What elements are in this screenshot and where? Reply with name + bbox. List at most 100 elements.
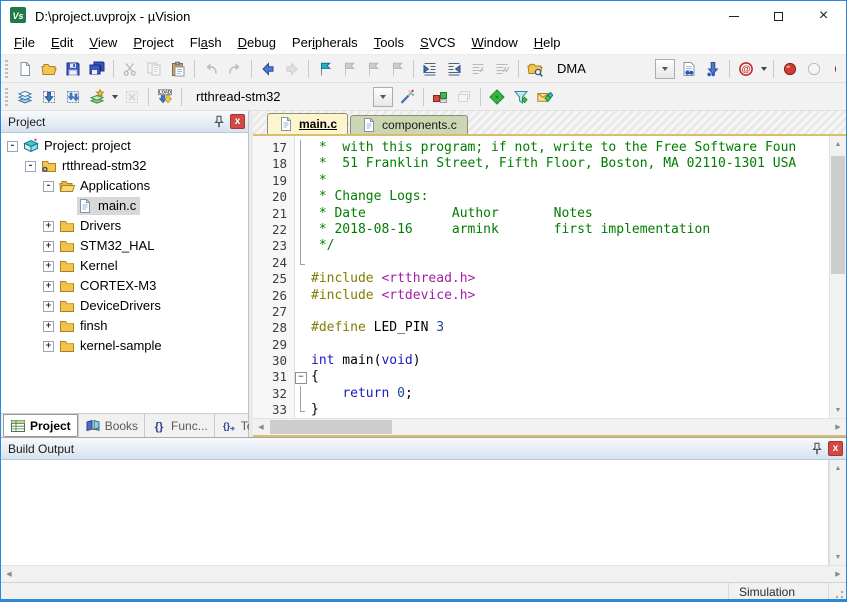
close-button[interactable]: × [801,1,846,31]
panel-tab-project[interactable]: Project [3,414,78,437]
batch-build-dropdown[interactable] [109,86,120,108]
tree-item-drivers[interactable]: +Drivers [1,216,248,236]
tree-item-finsh[interactable]: +finsh [1,316,248,336]
vertical-scroll-thumb[interactable] [831,156,845,274]
expand-icon[interactable]: + [43,241,54,252]
open-file-button[interactable] [37,57,61,80]
search-combo-value[interactable]: DMA [549,58,655,80]
find-in-files-dialog-button[interactable] [677,57,701,80]
save-all-button[interactable] [85,57,109,80]
tree-item-stm32-hal[interactable]: +STM32_HAL [1,236,248,256]
unindent-button[interactable] [442,57,466,80]
save-button[interactable] [61,57,85,80]
kill-breakpoints-button[interactable] [832,57,837,80]
pack-installer-button[interactable] [533,85,557,108]
menu-tools[interactable]: Tools [366,32,412,53]
build-button[interactable] [37,85,61,108]
toolbar-separator [194,60,195,78]
expand-icon[interactable]: + [43,301,54,312]
minimize-button[interactable] [711,1,756,31]
build-scroll-down-arrow[interactable]: ▼ [830,549,846,565]
translate-file-button[interactable] [13,85,37,108]
collapse-icon[interactable]: - [43,181,54,192]
toolbar-grip[interactable] [5,88,8,106]
editor-tab-main-c[interactable]: main.c [267,113,348,134]
menu-flash[interactable]: Flash [182,32,230,53]
build-pin-icon[interactable] [809,441,825,456]
resize-grip[interactable] [828,583,846,601]
menu-svcs[interactable]: SVCS [412,32,463,53]
toggle-bookmark-button[interactable] [313,57,337,80]
menu-peripherals[interactable]: Peripherals [284,32,366,53]
build-output-content[interactable] [1,460,829,565]
editor-vertical-scrollbar[interactable]: ▲ ▼ [829,136,846,418]
menu-view[interactable]: View [81,32,125,53]
pin-icon[interactable] [211,114,227,129]
tree-item-kernel-sample[interactable]: +kernel-sample [1,336,248,356]
build-scroll-left-arrow[interactable]: ◀ [1,566,17,582]
editor-tab-components-c[interactable]: components.c [350,115,468,134]
search-combo-dropdown[interactable] [655,59,675,79]
collapse-icon[interactable]: - [7,141,18,152]
menu-edit[interactable]: Edit [43,32,81,53]
horizontal-scroll-thumb[interactable] [270,420,392,434]
code-text [308,337,311,353]
manage-rte-button[interactable] [485,85,509,108]
build-vertical-scrollbar[interactable]: ▲ ▼ [829,460,846,565]
project-panel-close-button[interactable]: x [230,114,245,129]
build-scroll-up-arrow[interactable]: ▲ [830,460,846,476]
expand-icon[interactable]: + [43,261,54,272]
target-select-combo-dropdown[interactable] [373,87,393,107]
new-file-button[interactable] [13,57,37,80]
navigate-back-button[interactable] [256,57,280,80]
menu-help[interactable]: Help [526,32,569,53]
incremental-find-button[interactable] [701,57,725,80]
target-options-button[interactable] [395,85,419,108]
lookup-button[interactable]: @ [734,57,758,80]
fold-collapse-icon[interactable] [294,369,308,385]
rebuild-all-button[interactable] [61,85,85,108]
select-software-packs-button[interactable] [509,85,533,108]
tree-item-applications[interactable]: -Applications [1,176,248,196]
tree-item-kernel[interactable]: +Kernel [1,256,248,276]
lookup-dropdown[interactable] [758,58,769,80]
indent-button[interactable] [418,57,442,80]
menu-file[interactable]: File [6,32,43,53]
editor-horizontal-scrollbar[interactable]: ◀ ▶ [253,418,846,437]
tree-item-rtthread-stm32[interactable]: -rtthread-stm32 [1,156,248,176]
paste-button[interactable] [166,57,190,80]
maximize-button[interactable] [756,1,801,31]
menu-window[interactable]: Window [463,32,525,53]
tree-item-main-c[interactable]: main.c [1,196,248,216]
build-scroll-right-arrow[interactable]: ▶ [830,566,846,582]
expand-icon[interactable]: + [43,221,54,232]
insert-breakpoint-button[interactable] [778,57,802,80]
build-horizontal-scrollbar[interactable]: ◀ ▶ [1,565,846,582]
expand-icon[interactable]: + [43,341,54,352]
tree-item-cortex-m3[interactable]: +CORTEX-M3 [1,276,248,296]
panel-tab-func[interactable]: {}Func... [144,414,214,437]
code-editor[interactable]: 17 * with this program; if not, write to… [253,136,829,418]
toolbar-grip[interactable] [5,60,8,78]
expand-icon[interactable]: + [43,321,54,332]
expand-icon[interactable]: + [43,281,54,292]
manage-project-items-button[interactable] [428,85,452,108]
disable-breakpoint-button[interactable] [802,57,826,80]
batch-build-button[interactable] [85,85,109,108]
scroll-left-arrow[interactable]: ◀ [253,419,269,435]
scroll-up-arrow[interactable]: ▲ [830,136,846,152]
collapse-icon[interactable]: - [25,161,36,172]
panel-tab-books[interactable]: Books [78,414,144,437]
tree-item-content: main.c [77,197,140,215]
menu-project[interactable]: Project [125,32,181,53]
scroll-down-arrow[interactable]: ▼ [830,402,846,418]
download-to-flash-button[interactable]: LOAD [153,85,177,108]
tree-item-project-project[interactable]: -Project: project [1,136,248,156]
find-in-files-button[interactable] [523,57,547,80]
build-output-close-button[interactable]: x [828,441,843,456]
scroll-right-arrow[interactable]: ▶ [830,419,846,435]
tree-item-devicedrivers[interactable]: +DeviceDrivers [1,296,248,316]
target-select-combo-value[interactable]: rtthread-stm32 [188,86,373,108]
menu-debug[interactable]: Debug [230,32,284,53]
code-text: * Date Author Notes [308,206,593,222]
